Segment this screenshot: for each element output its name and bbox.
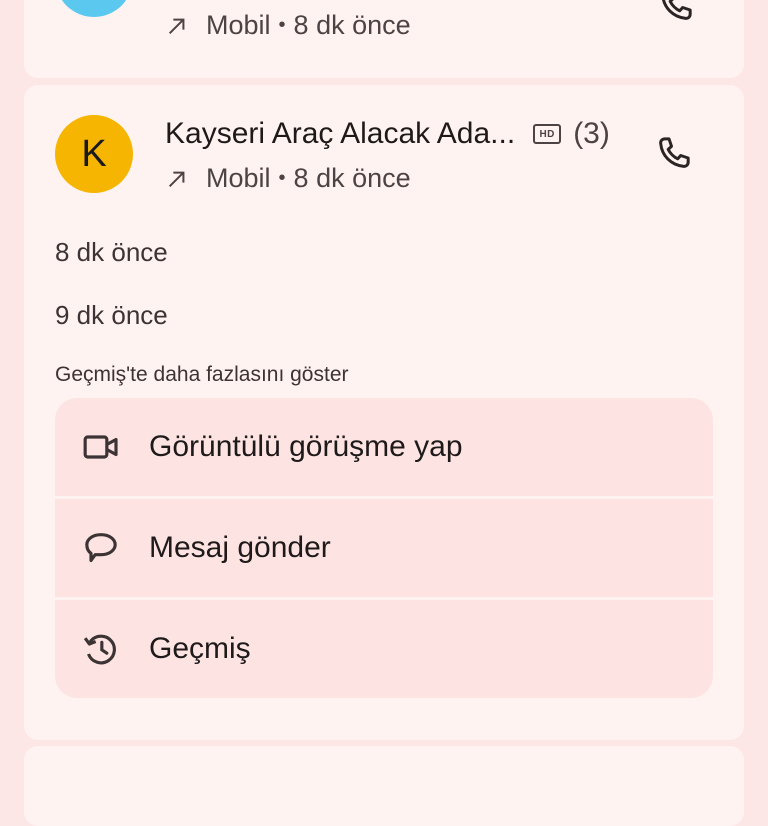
call-details: Mobil • 8 dk önce <box>166 163 411 194</box>
avatar: E <box>55 0 133 17</box>
send-message-label: Mesaj gönder <box>149 531 331 564</box>
call-type: Mobil <box>206 10 271 40</box>
separator: • <box>278 167 286 189</box>
outgoing-call-arrow-icon <box>168 171 185 187</box>
actions-list: Görüntülü görüşme yap Mesaj gönder Geçmi… <box>55 398 713 698</box>
call-history-time: 8 dk önce <box>55 237 168 267</box>
hd-call-icon: HD <box>533 124 562 144</box>
show-more-history-link[interactable]: Geçmiş'te daha fazlasını göster <box>55 363 349 387</box>
contact-title: Kayseri Araç Alacak Ada... HD (3) <box>165 117 610 151</box>
history-button[interactable]: Geçmiş <box>55 600 713 698</box>
message-bubble-icon <box>85 533 117 563</box>
phone-icon[interactable] <box>656 0 696 25</box>
call-time: 8 dk önce <box>293 163 411 193</box>
call-log-entry-expanded: K Kayseri Araç Alacak Ada... HD (3) Mobi… <box>24 85 744 740</box>
call-time: 8 dk önce <box>293 10 411 40</box>
send-message-button[interactable]: Mesaj gönder <box>55 499 713 597</box>
call-details: Mobil • 8 dk önce <box>166 10 411 41</box>
phone-icon[interactable] <box>654 133 694 173</box>
contact-name: Kayseri Araç Alacak Ada... <box>165 117 516 150</box>
call-count: (3) <box>573 117 610 150</box>
avatar[interactable]: K <box>55 115 133 193</box>
history-label: Geçmiş <box>149 632 251 665</box>
separator: • <box>278 14 286 36</box>
outgoing-call-arrow-icon <box>168 18 185 34</box>
video-call-label: Görüntülü görüşme yap <box>149 430 463 463</box>
history-icon <box>83 634 116 665</box>
call-type: Mobil <box>206 163 271 193</box>
call-history-time: 9 dk önce <box>55 300 168 330</box>
call-log-entry-next[interactable] <box>24 746 744 826</box>
call-log-entry-previous[interactable]: E Mobil • 8 dk önce <box>24 0 744 78</box>
video-camera-icon <box>83 435 118 459</box>
video-call-button[interactable]: Görüntülü görüşme yap <box>55 398 713 496</box>
avatar-letter: K <box>81 132 107 175</box>
